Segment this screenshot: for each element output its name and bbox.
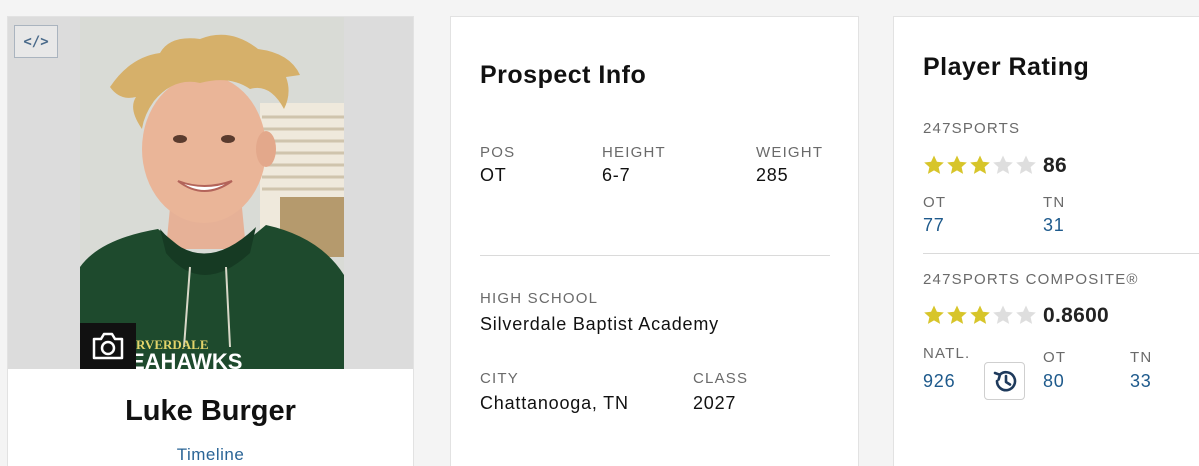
star-empty-icon bbox=[993, 305, 1013, 324]
star-filled-icon bbox=[970, 305, 990, 324]
prospect-info-title: Prospect Info bbox=[480, 61, 647, 89]
sports247-score: 86 bbox=[1043, 154, 1067, 177]
weight-value: 285 bbox=[756, 165, 789, 185]
composite-label: 247SPORTS COMPOSITE® bbox=[923, 271, 1139, 288]
height-value: 6-7 bbox=[602, 165, 631, 185]
star-filled-icon bbox=[924, 305, 944, 324]
player-rating-card: Player Rating 247SPORTS 86 OT 77 TN 31 2… bbox=[893, 16, 1199, 466]
class-label: CLASS bbox=[693, 370, 749, 387]
high-school-value: Silverdale Baptist Academy bbox=[480, 314, 719, 334]
high-school-label: HIGH SCHOOL bbox=[480, 290, 599, 307]
star-filled-icon bbox=[947, 155, 967, 174]
composite-rank-value-natl[interactable]: 926 bbox=[923, 371, 955, 392]
prospect-divider bbox=[480, 255, 830, 256]
pos-value: OT bbox=[480, 165, 507, 185]
shirt-text-2: EAHAWKS bbox=[130, 349, 242, 369]
star-filled-icon bbox=[924, 155, 944, 174]
composite-stars bbox=[923, 304, 1037, 326]
pos-label: POS bbox=[480, 144, 516, 161]
weight-label: WEIGHT bbox=[756, 144, 824, 161]
star-empty-icon bbox=[993, 155, 1013, 174]
sports247-stars bbox=[923, 154, 1037, 176]
city-value: Chattanooga, TN bbox=[480, 393, 629, 413]
sports247-rank-label-ot: OT bbox=[923, 194, 947, 211]
sports247-rank-label-tn: TN bbox=[1043, 194, 1066, 211]
embed-code-button[interactable]: </> bbox=[14, 25, 58, 58]
sports247-rank-value-ot[interactable]: 77 bbox=[923, 215, 945, 236]
history-icon[interactable] bbox=[984, 362, 1025, 400]
composite-rank-label-tn: TN bbox=[1130, 349, 1153, 366]
rating-divider bbox=[923, 253, 1199, 254]
player-name: Luke Burger bbox=[125, 395, 296, 427]
sports247-label: 247SPORTS bbox=[923, 120, 1021, 137]
height-label: HEIGHT bbox=[602, 144, 666, 161]
city-label: CITY bbox=[480, 370, 519, 387]
star-empty-icon bbox=[1016, 305, 1036, 324]
player-photo: RVERDALE EAHAWKS bbox=[80, 17, 344, 369]
composite-rank-value-ot[interactable]: 80 bbox=[1043, 371, 1065, 392]
composite-rank-value-tn[interactable]: 33 bbox=[1130, 371, 1152, 392]
composite-rank-label-ot: OT bbox=[1043, 349, 1067, 366]
class-value: 2027 bbox=[693, 393, 737, 413]
star-filled-icon bbox=[970, 155, 990, 174]
player-rating-title: Player Rating bbox=[923, 53, 1090, 81]
composite-rank-label-natl: NATL. bbox=[923, 345, 971, 362]
camera-icon[interactable] bbox=[80, 323, 136, 369]
composite-score: 0.8600 bbox=[1043, 304, 1110, 327]
player-photo-area: </> RVERDALE EAHAWKS bbox=[8, 17, 413, 369]
star-filled-icon bbox=[947, 305, 967, 324]
star-empty-icon bbox=[1016, 155, 1036, 174]
prospect-info-card: Prospect Info POS OT HEIGHT 6-7 WEIGHT 2… bbox=[450, 16, 859, 466]
player-card: </> RVERDALE EAHAWKS Luke Burger Timelin… bbox=[7, 16, 414, 466]
sports247-rank-value-tn[interactable]: 31 bbox=[1043, 215, 1065, 236]
timeline-link[interactable]: Timeline bbox=[8, 445, 413, 465]
